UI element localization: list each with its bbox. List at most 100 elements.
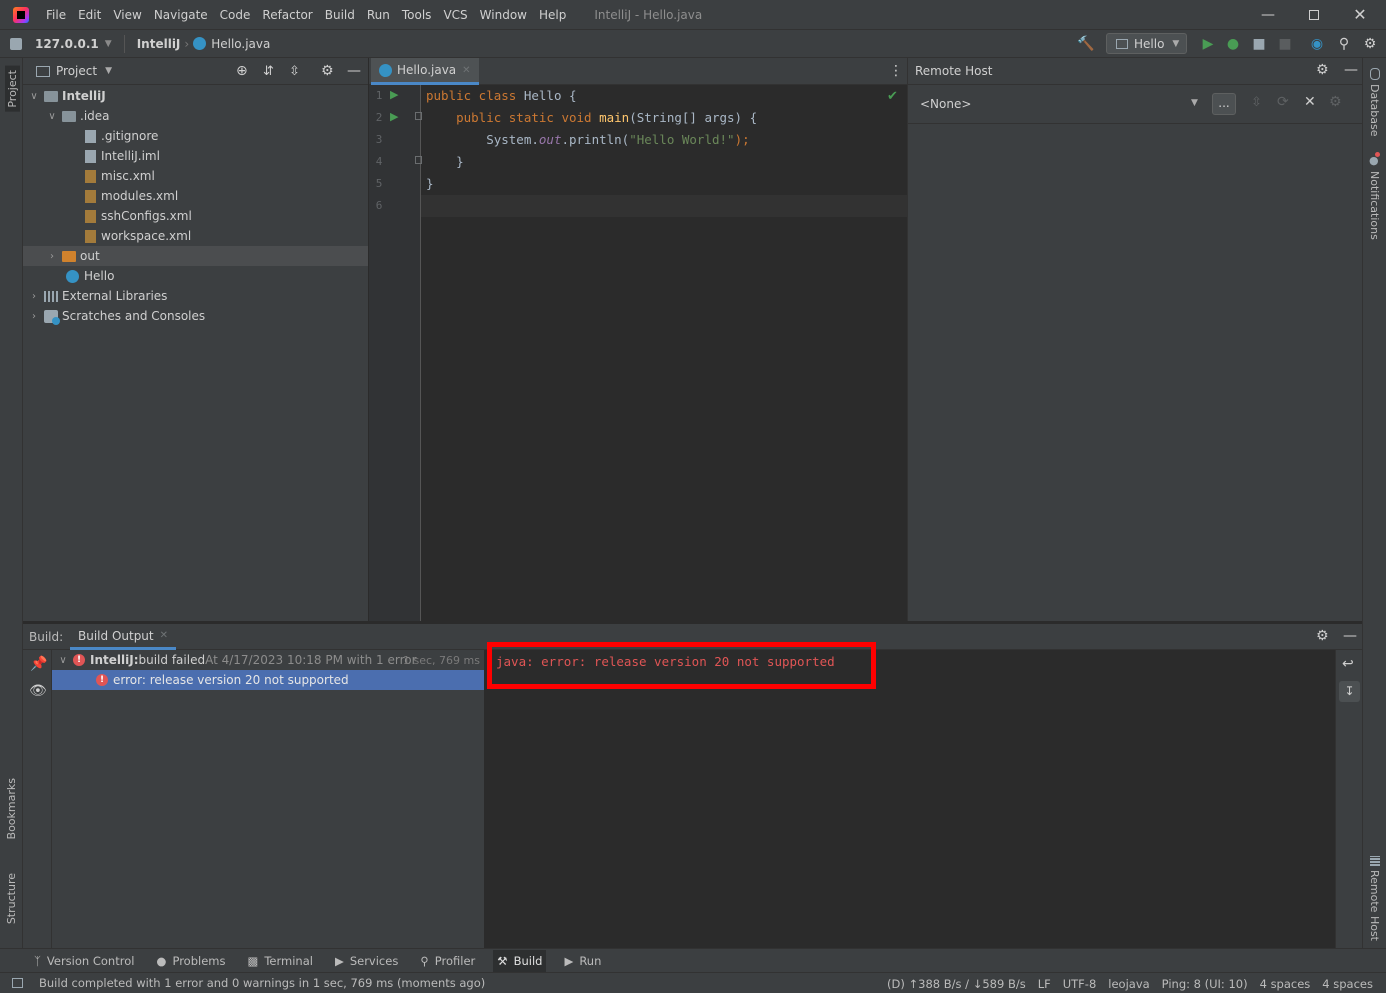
tool-tab-problems[interactable]: ● Problems (152, 950, 229, 972)
menu-help[interactable]: Help (539, 8, 566, 22)
chevron-down-icon[interactable]: ▼ (105, 39, 112, 49)
run-gutter-icon[interactable]: ▶ (390, 88, 398, 101)
soft-wrap-icon[interactable]: ↩ (1342, 656, 1354, 672)
database-tool-tab[interactable]: Database (1368, 84, 1381, 137)
browse-button[interactable]: ... (1212, 93, 1236, 115)
status-indent[interactable]: 4 spaces (1260, 977, 1311, 991)
tree-item-out[interactable]: › out (23, 246, 368, 266)
chevron-down-icon[interactable]: ▼ (105, 66, 112, 76)
menu-tools[interactable]: Tools (402, 8, 432, 22)
menu-code[interactable]: Code (220, 8, 251, 22)
tree-item-modules-xml[interactable]: modules.xml (85, 186, 178, 206)
build-root-row[interactable]: ∨ ! IntelliJ: build failed At 4/17/2023 … (52, 650, 484, 670)
stop-icon[interactable]: ■ (1276, 35, 1294, 53)
chevron-right-icon[interactable]: › (27, 291, 41, 302)
panel-settings-icon[interactable]: ⚙ (321, 63, 334, 79)
panel-settings-icon[interactable]: ⚙ (1316, 62, 1329, 78)
settings-gear-icon[interactable]: ⚙ (1361, 35, 1379, 53)
run-icon[interactable]: ▶ (1199, 35, 1217, 53)
status-encoding[interactable]: UTF-8 (1063, 977, 1097, 991)
hide-panel-icon[interactable]: — (1343, 628, 1357, 644)
tree-item-sshconfigs-xml[interactable]: sshConfigs.xml (85, 206, 192, 226)
no-problems-check-icon[interactable]: ✔ (887, 89, 898, 104)
fold-icon[interactable] (415, 112, 422, 120)
expand-all-icon[interactable]: ⇵ (263, 64, 274, 79)
remote-host-selector[interactable]: <None> (920, 97, 971, 111)
chevron-right-icon[interactable]: › (27, 311, 41, 322)
menu-run[interactable]: Run (367, 8, 390, 22)
code-with-me-icon[interactable]: ◉ (1308, 35, 1326, 53)
tree-item-misc-xml[interactable]: misc.xml (85, 166, 155, 186)
more-options-icon[interactable]: ⋮ (889, 63, 903, 79)
tool-tab-build[interactable]: ⚒ Build (493, 949, 547, 972)
breadcrumb-project[interactable]: IntelliJ (137, 37, 181, 51)
chevron-down-icon[interactable]: ∨ (45, 111, 59, 122)
tool-tab-terminal[interactable]: ▩ Terminal (243, 950, 316, 972)
tool-tab-run[interactable]: ▶ Run (560, 950, 605, 972)
chevron-down-icon[interactable]: ∨ (27, 91, 41, 102)
toggle-tool-windows-icon[interactable] (12, 978, 23, 988)
code-line-1[interactable]: public class Hello { (426, 88, 577, 103)
status-line-separator[interactable]: LF (1038, 977, 1051, 991)
menu-edit[interactable]: Edit (78, 8, 101, 22)
menu-view[interactable]: View (113, 8, 141, 22)
menu-refactor[interactable]: Refactor (262, 8, 312, 22)
close-tab-icon[interactable]: ✕ (160, 630, 168, 641)
build-hammer-icon[interactable]: 🔨 (1077, 35, 1095, 53)
panel-settings-icon[interactable]: ⚙ (1316, 628, 1329, 644)
tree-item-iml[interactable]: IntelliJ.iml (85, 146, 160, 166)
editor-tab-hello-java[interactable]: Hello.java ✕ (371, 58, 479, 85)
collapse-all-icon[interactable]: ⇳ (289, 64, 300, 79)
build-error-row[interactable]: ! error: release version 20 not supporte… (52, 670, 484, 690)
minimize-icon[interactable]: — (1245, 0, 1291, 29)
maximize-icon[interactable] (1291, 0, 1337, 29)
scroll-to-end-icon[interactable]: ↧ (1339, 681, 1360, 702)
chevron-right-icon[interactable]: › (45, 251, 59, 262)
debug-icon[interactable]: ● (1224, 35, 1242, 53)
menu-build[interactable]: Build (325, 8, 355, 22)
build-output-tab[interactable]: Build Output ✕ (70, 624, 177, 650)
tree-item-intellij[interactable]: ∨ IntelliJ (27, 86, 105, 106)
status-user[interactable]: leojava (1108, 977, 1149, 991)
tree-item-gitignore[interactable]: .gitignore (85, 126, 158, 146)
remote-settings-icon[interactable]: ⚙ (1329, 94, 1342, 110)
run-gutter-icon[interactable]: ▶ (390, 110, 398, 123)
tree-item-scratches[interactable]: › Scratches and Consoles (27, 306, 205, 326)
code-line-4[interactable]: } (426, 154, 464, 169)
terminal-host-icon[interactable] (10, 37, 22, 50)
notifications-tool-tab[interactable]: Notifications (1368, 171, 1381, 240)
close-tab-icon[interactable]: ✕ (462, 65, 470, 76)
bookmarks-tool-tab[interactable]: Bookmarks (5, 778, 18, 839)
code-line-3[interactable]: System.out.println("Hello World!"); (426, 132, 749, 147)
hide-panel-icon[interactable]: — (347, 63, 361, 79)
remote-host-tool-tab[interactable]: Remote Host (1368, 870, 1381, 941)
eye-icon[interactable]: 👁 (29, 683, 47, 699)
tree-item-workspace-xml[interactable]: workspace.xml (85, 226, 191, 246)
tool-tab-services[interactable]: ▶ Services (331, 950, 402, 972)
status-indent[interactable]: 4 spaces (1322, 977, 1373, 991)
menu-navigate[interactable]: Navigate (154, 8, 208, 22)
tool-tab-profiler[interactable]: ⚲ Profiler (416, 950, 479, 972)
search-icon[interactable]: ⚲ (1335, 35, 1353, 53)
coverage-icon[interactable]: ■ (1250, 35, 1268, 53)
chevron-down-icon[interactable]: ∨ (56, 655, 70, 666)
close-window-icon[interactable]: ✕ (1337, 0, 1383, 29)
tree-item-idea[interactable]: ∨ .idea (45, 106, 109, 126)
project-tool-tab[interactable]: Project (5, 66, 20, 112)
code-line-2[interactable]: public static void main(String[] args) { (426, 110, 757, 125)
project-view-selector[interactable]: Project (56, 64, 97, 78)
tool-tab-version-control[interactable]: ᛉ Version Control (30, 950, 138, 972)
host-selector[interactable]: 127.0.0.1 (35, 37, 99, 51)
compare-icon[interactable]: ⇳ (1251, 95, 1262, 110)
run-config-selector[interactable]: Hello ▼ (1106, 33, 1187, 54)
tree-item-external-libraries[interactable]: › External Libraries (27, 286, 167, 306)
chevron-down-icon[interactable]: ▼ (1191, 98, 1198, 108)
hide-panel-icon[interactable]: — (1344, 62, 1358, 78)
menu-vcs[interactable]: VCS (443, 8, 467, 22)
build-output-error-line[interactable]: java: error: release version 20 not supp… (496, 654, 835, 669)
locate-file-icon[interactable]: ⊕ (236, 63, 248, 79)
disconnect-icon[interactable]: ✕ (1304, 94, 1316, 110)
refresh-icon[interactable]: ⟳ (1277, 94, 1289, 110)
tree-item-hello[interactable]: Hello (66, 266, 114, 286)
fold-icon[interactable] (415, 156, 422, 164)
